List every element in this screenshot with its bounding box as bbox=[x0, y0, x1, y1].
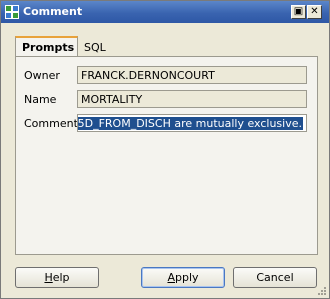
title-bar[interactable]: Comment ▣ ✕ bbox=[1, 1, 329, 23]
tab-prompts[interactable]: Prompts bbox=[15, 36, 78, 57]
restore-button[interactable]: ▣ bbox=[291, 5, 306, 19]
name-field[interactable]: MORTALITY bbox=[77, 90, 307, 108]
name-value: MORTALITY bbox=[81, 93, 143, 106]
restore-icon: ▣ bbox=[293, 6, 304, 17]
comment-dialog: Comment ▣ ✕ Prompts SQL Owner FRANCK.DER… bbox=[0, 0, 330, 299]
comment-field[interactable]: R_365D_FROM_DISCH are mutually exclusive… bbox=[77, 114, 307, 132]
name-label: Name bbox=[24, 93, 57, 106]
owner-label: Owner bbox=[24, 69, 60, 82]
app-icon bbox=[5, 5, 19, 19]
apply-button[interactable]: Apply bbox=[141, 267, 225, 288]
owner-value: FRANCK.DERNONCOURT bbox=[81, 69, 215, 82]
cancel-button[interactable]: Cancel bbox=[233, 267, 317, 288]
help-mnemonic: H bbox=[44, 271, 53, 284]
apply-label: pply bbox=[175, 271, 199, 284]
comment-label: Comment bbox=[24, 117, 78, 130]
prompts-panel: Owner FRANCK.DERNONCOURT Name MORTALITY … bbox=[15, 56, 318, 255]
close-icon: ✕ bbox=[310, 6, 319, 17]
owner-field[interactable]: FRANCK.DERNONCOURT bbox=[77, 66, 307, 84]
cancel-label: Cancel bbox=[256, 271, 294, 284]
tab-sql[interactable]: SQL bbox=[78, 37, 116, 57]
resize-grip-icon[interactable] bbox=[316, 285, 326, 295]
apply-mnemonic: A bbox=[167, 271, 175, 284]
comment-value: R_365D_FROM_DISCH are mutually exclusive… bbox=[78, 117, 303, 130]
help-button[interactable]: Help bbox=[15, 267, 99, 288]
help-label: elp bbox=[52, 271, 70, 284]
close-button[interactable]: ✕ bbox=[307, 5, 322, 19]
window-title: Comment bbox=[23, 5, 83, 18]
